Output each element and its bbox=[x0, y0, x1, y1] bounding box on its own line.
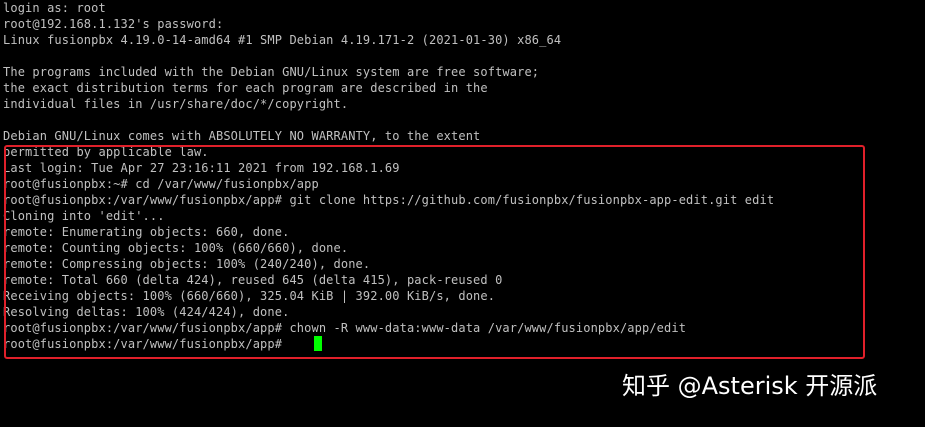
terminal-line: login as: root bbox=[3, 1, 106, 15]
terminal-line: root@192.168.1.132's password: bbox=[3, 17, 224, 31]
terminal-line: the exact distribution terms for each pr… bbox=[3, 81, 488, 95]
watermark-text: 知乎 @Asterisk 开源派 bbox=[622, 372, 878, 400]
terminal-window[interactable]: login as: root root@192.168.1.132's pass… bbox=[0, 0, 925, 427]
terminal-line: The programs included with the Debian GN… bbox=[3, 65, 540, 79]
terminal-line: Linux fusionpbx 4.19.0-14-amd64 #1 SMP D… bbox=[3, 33, 562, 47]
highlight-annotation-box bbox=[4, 145, 865, 359]
terminal-line: individual files in /usr/share/doc/*/cop… bbox=[3, 97, 349, 111]
terminal-line: Debian GNU/Linux comes with ABSOLUTELY N… bbox=[3, 129, 481, 143]
